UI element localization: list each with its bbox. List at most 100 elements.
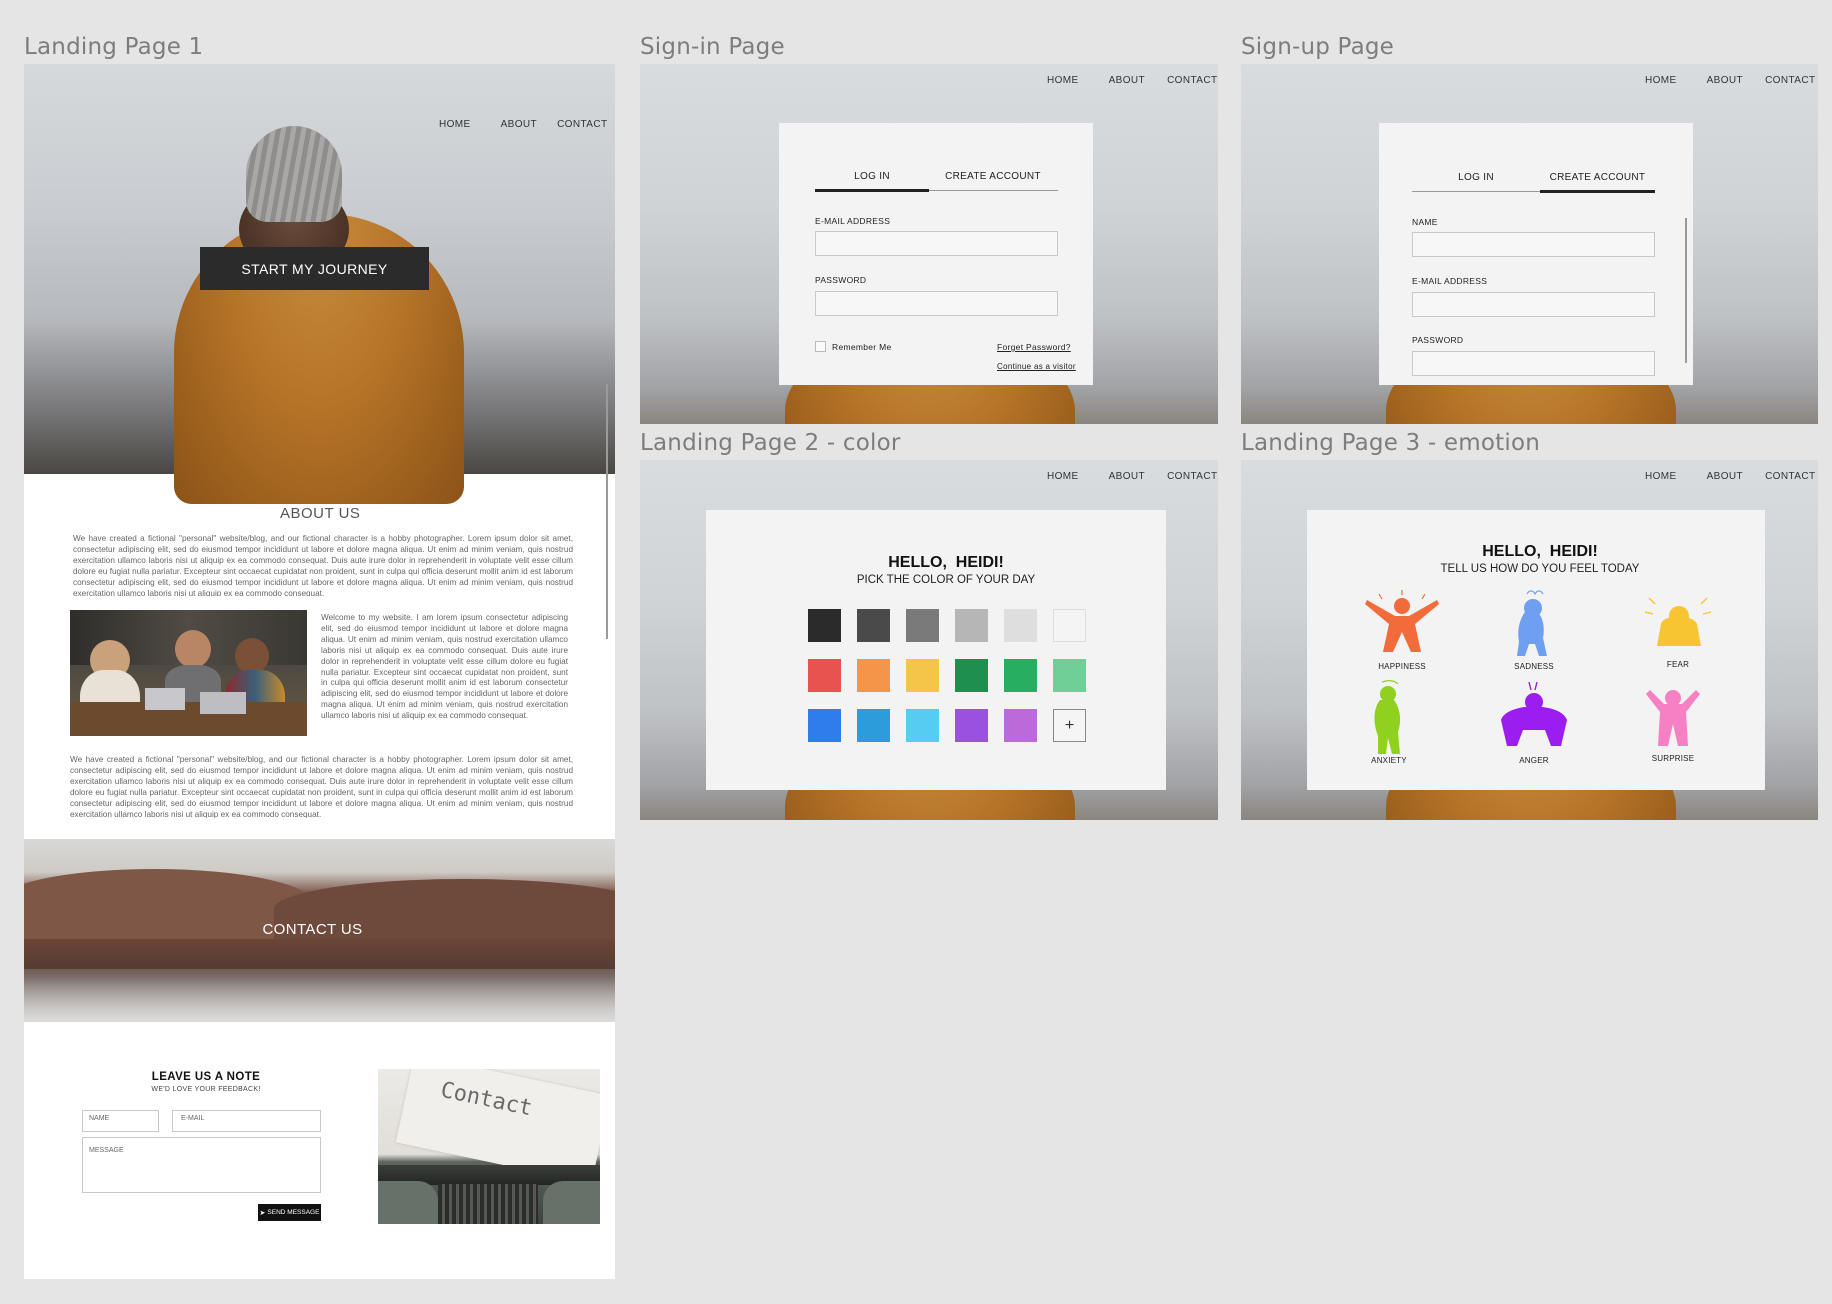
landing3-nav: HOME ABOUT CONTACT xyxy=(1645,471,1815,482)
happiness-figure-icon xyxy=(1365,590,1439,652)
sadness-figure-icon xyxy=(1517,590,1547,656)
forgot-password-link[interactable]: Forget Password? xyxy=(997,342,1071,352)
remember-checkbox[interactable] xyxy=(815,341,826,352)
typewriter-photo: Contact xyxy=(378,1069,600,1224)
emotion-anxiety[interactable]: ANXIETY xyxy=(1344,680,1434,766)
send-icon: ➤ xyxy=(259,1209,266,1217)
nav-contact[interactable]: CONTACT xyxy=(557,119,607,130)
plus-icon: + xyxy=(1064,716,1075,734)
color-swatch[interactable] xyxy=(906,659,939,692)
nav-home[interactable]: HOME xyxy=(1047,75,1079,86)
nav-about[interactable]: ABOUT xyxy=(501,119,537,130)
nav-home[interactable]: HOME xyxy=(439,119,471,130)
color-swatch[interactable] xyxy=(857,609,890,642)
about-paragraph-3: We have created a fictional "personal" w… xyxy=(70,755,573,818)
nav-home[interactable]: HOME xyxy=(1047,471,1079,482)
password-label: PASSWORD xyxy=(1412,335,1464,345)
tab-active-indicator xyxy=(815,189,929,192)
name-input[interactable]: NAME xyxy=(82,1110,159,1132)
email-input[interactable] xyxy=(1412,292,1655,317)
nav-about[interactable]: ABOUT xyxy=(1109,471,1145,482)
signup-nav: HOME ABOUT CONTACT xyxy=(1645,75,1815,86)
emotion-label: FEAR xyxy=(1666,660,1690,669)
color-swatch[interactable] xyxy=(1053,609,1086,642)
color-swatch[interactable] xyxy=(1004,659,1037,692)
greeting-subtitle: PICK THE COLOR OF YOUR DAY xyxy=(856,574,1036,586)
hero-section: HOME ABOUT CONTACT START MY JOURNEY xyxy=(24,64,615,504)
color-swatch[interactable] xyxy=(857,709,890,742)
frame-label-landing1: Landing Page 1 xyxy=(24,34,204,60)
color-swatch[interactable] xyxy=(808,659,841,692)
color-swatch[interactable] xyxy=(1053,659,1086,692)
nav-contact[interactable]: CONTACT xyxy=(1765,75,1815,86)
nav-contact[interactable]: CONTACT xyxy=(1167,75,1217,86)
color-swatch[interactable] xyxy=(906,709,939,742)
signup-card: LOG IN CREATE ACCOUNT NAME E-MAIL ADDRES… xyxy=(1379,123,1693,385)
color-swatch[interactable] xyxy=(955,659,988,692)
landing-page-2: HOME ABOUT CONTACT HELLO, HEIDI! PICK TH… xyxy=(640,460,1218,820)
password-label: PASSWORD xyxy=(815,275,867,285)
email-input[interactable]: E-MAIL xyxy=(172,1110,321,1132)
emotion-anger[interactable]: ANGER xyxy=(1489,680,1579,766)
color-swatch[interactable] xyxy=(1004,609,1037,642)
landing-page-3: HOME ABOUT CONTACT HELLO, HEIDI! TELL US… xyxy=(1241,460,1818,820)
tab-login[interactable]: LOG IN xyxy=(815,171,929,182)
surprise-figure-icon xyxy=(1646,690,1700,746)
fear-figure-icon xyxy=(1644,597,1712,646)
nav-home[interactable]: HOME xyxy=(1645,75,1677,86)
password-input[interactable] xyxy=(815,291,1058,316)
add-color-button[interactable]: + xyxy=(1053,709,1086,742)
email-input[interactable] xyxy=(815,231,1058,256)
password-input[interactable] xyxy=(1412,351,1655,376)
name-input[interactable] xyxy=(1412,232,1655,257)
color-swatch[interactable] xyxy=(857,659,890,692)
emotion-label: HAPPINESS xyxy=(1378,662,1426,671)
name-label: NAME xyxy=(1412,217,1438,227)
color-swatch[interactable] xyxy=(808,609,841,642)
email-label: E-MAIL ADDRESS xyxy=(1412,276,1488,286)
nav-about[interactable]: ABOUT xyxy=(1707,75,1743,86)
tab-login[interactable]: LOG IN xyxy=(1412,172,1540,183)
send-message-label: SEND MESSAGE xyxy=(267,1209,320,1216)
message-textarea[interactable]: MESSAGE xyxy=(82,1137,321,1193)
scrollbar[interactable] xyxy=(606,384,608,639)
email-label: E-MAIL ADDRESS xyxy=(815,216,891,226)
card-scrollbar[interactable] xyxy=(1685,218,1687,363)
anger-figure-icon xyxy=(1501,681,1567,746)
nav-about[interactable]: ABOUT xyxy=(1707,471,1743,482)
contact-us-title: CONTACT US xyxy=(262,921,363,938)
remember-label: Remember Me xyxy=(832,342,892,352)
anxiety-figure-icon xyxy=(1374,680,1401,754)
emotion-surprise[interactable]: SURPRISE xyxy=(1628,680,1718,766)
nav-contact[interactable]: CONTACT xyxy=(1765,471,1815,482)
person-beanie xyxy=(246,126,342,222)
note-subtitle: WE'D LOVE YOUR FEEDBACK! xyxy=(151,1086,261,1093)
emotion-label: ANXIETY xyxy=(1371,756,1407,765)
greeting-title: HELLO, HEIDI! xyxy=(1482,543,1598,560)
nav-home[interactable]: HOME xyxy=(1645,471,1677,482)
color-picker-card: HELLO, HEIDI! PICK THE COLOR OF YOUR DAY… xyxy=(706,510,1166,790)
greeting-title: HELLO, HEIDI! xyxy=(888,554,1004,571)
nav-about[interactable]: ABOUT xyxy=(1109,75,1145,86)
continue-visitor-link[interactable]: Continue as a visitor xyxy=(997,362,1076,371)
tab-create-account[interactable]: CREATE ACCOUNT xyxy=(929,171,1057,182)
color-swatch[interactable] xyxy=(955,709,988,742)
color-swatch[interactable] xyxy=(906,609,939,642)
emotion-happiness[interactable]: HAPPINESS xyxy=(1357,590,1447,671)
nav-contact[interactable]: CONTACT xyxy=(1167,471,1217,482)
frame-label-landing3: Landing Page 3 - emotion xyxy=(1241,430,1540,456)
landing-page-1: HOME ABOUT CONTACT START MY JOURNEY ABOU… xyxy=(24,64,615,1279)
about-paragraph-1: We have created a fictional "personal" w… xyxy=(73,534,573,596)
color-swatch[interactable] xyxy=(808,709,841,742)
emotion-fear[interactable]: FEAR xyxy=(1633,590,1723,670)
send-message-button[interactable]: ➤ SEND MESSAGE xyxy=(258,1204,321,1221)
start-journey-button[interactable]: START MY JOURNEY xyxy=(200,247,429,290)
emotion-sadness[interactable]: SADNESS xyxy=(1489,588,1579,671)
landing1-nav: HOME ABOUT CONTACT xyxy=(439,119,607,130)
emotion-label: ANGER xyxy=(1519,756,1549,765)
tab-create-account[interactable]: CREATE ACCOUNT xyxy=(1540,172,1655,183)
emotion-card: HELLO, HEIDI! TELL US HOW DO YOU FEEL TO… xyxy=(1307,510,1765,790)
friends-photo xyxy=(70,610,307,736)
color-swatch[interactable] xyxy=(1004,709,1037,742)
color-swatch[interactable] xyxy=(955,609,988,642)
